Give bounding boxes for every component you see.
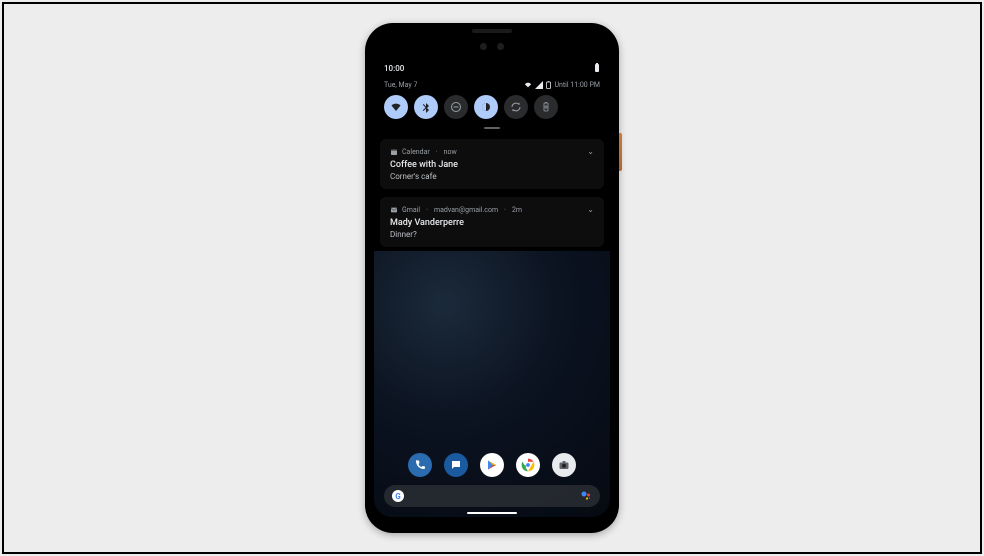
dnd-icon bbox=[450, 101, 462, 113]
assistant-icon[interactable] bbox=[580, 490, 592, 502]
qs-wifi[interactable] bbox=[384, 95, 408, 119]
notif-time: 2m bbox=[512, 206, 522, 214]
phone-app-icon[interactable] bbox=[408, 453, 432, 477]
qs-bluetooth[interactable] bbox=[414, 95, 438, 119]
chevron-down-icon[interactable]: ⌄ bbox=[587, 147, 594, 156]
separator bbox=[424, 206, 430, 214]
messages-app-icon[interactable] bbox=[444, 453, 468, 477]
notif-account: madvan@gmail.com bbox=[434, 206, 498, 214]
separator bbox=[434, 148, 440, 156]
qs-dnd[interactable] bbox=[444, 95, 468, 119]
wifi-icon bbox=[390, 101, 402, 113]
battery-saver-icon bbox=[540, 101, 552, 113]
chevron-down-icon[interactable]: ⌄ bbox=[587, 205, 594, 214]
google-logo-icon: G bbox=[392, 490, 404, 502]
qs-dark-theme[interactable] bbox=[474, 95, 498, 119]
qs-rotate[interactable] bbox=[504, 95, 528, 119]
play-store-icon[interactable] bbox=[480, 453, 504, 477]
google-search-bar[interactable]: G bbox=[384, 485, 600, 507]
phone-sensors bbox=[480, 43, 504, 50]
shade-drag-handle[interactable] bbox=[484, 127, 500, 129]
qs-battery-saver[interactable] bbox=[534, 95, 558, 119]
gesture-nav-pill[interactable] bbox=[467, 512, 517, 514]
bluetooth-icon bbox=[420, 101, 432, 113]
app-dock bbox=[374, 453, 610, 477]
mail-icon bbox=[390, 206, 398, 214]
notif-app: Gmail bbox=[402, 206, 420, 214]
shade-alarm: Until 11:00 PM bbox=[554, 81, 600, 89]
power-button[interactable] bbox=[619, 133, 622, 171]
status-time: 10:00 bbox=[384, 64, 404, 73]
rotate-icon bbox=[510, 101, 522, 113]
phone-screen: 10:00 Tue, May 7 Until 11:00 PM bbox=[374, 59, 610, 517]
quick-settings-row bbox=[374, 95, 610, 127]
dark-theme-icon bbox=[480, 101, 492, 113]
notif-body: Dinner? bbox=[390, 230, 594, 239]
notif-app: Calendar bbox=[402, 148, 430, 156]
shade-date: Tue, May 7 bbox=[384, 81, 417, 89]
signal-status-icon bbox=[535, 81, 543, 89]
status-bar: 10:00 bbox=[374, 59, 610, 77]
notification-calendar[interactable]: Calendar now ⌄ Coffee with Jane Corner's… bbox=[380, 139, 604, 189]
battery-outline-icon bbox=[546, 81, 551, 89]
battery-status-icon bbox=[594, 63, 600, 73]
phone-frame: 10:00 Tue, May 7 Until 11:00 PM bbox=[365, 23, 619, 533]
notif-time: now bbox=[444, 148, 457, 156]
separator bbox=[502, 206, 508, 214]
shade-header: Tue, May 7 Until 11:00 PM bbox=[374, 77, 610, 95]
notif-title: Coffee with Jane bbox=[390, 160, 594, 170]
notif-body: Corner's cafe bbox=[390, 172, 594, 181]
chrome-app-icon[interactable] bbox=[516, 453, 540, 477]
notif-title: Mady Vanderperre bbox=[390, 218, 594, 228]
notification-gmail[interactable]: Gmail madvan@gmail.com 2m ⌄ Mady Vanderp… bbox=[380, 197, 604, 247]
home-wallpaper: G bbox=[374, 251, 610, 517]
status-icons bbox=[594, 63, 600, 73]
calendar-icon bbox=[390, 148, 398, 156]
camera-app-icon[interactable] bbox=[552, 453, 576, 477]
wifi-status-icon bbox=[524, 81, 532, 89]
